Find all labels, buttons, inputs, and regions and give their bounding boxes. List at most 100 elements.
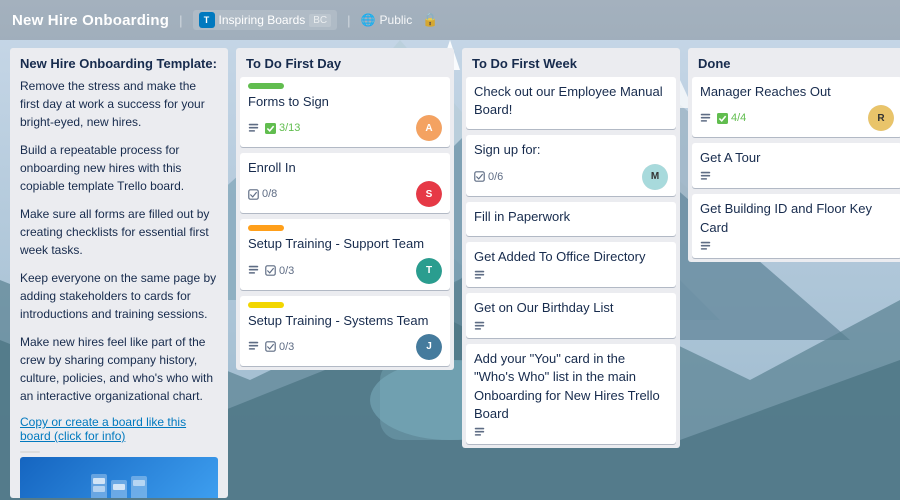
desc-badge-birthday [474,321,485,332]
brand-name: Inspiring Boards [219,13,306,27]
desc-badge-manager [700,113,711,124]
checklist-badge-signup: 0/6 [474,171,503,183]
avatar-circle-systems: J [416,334,442,360]
card-title-tour: Get A Tour [700,149,894,167]
card-employee-manual[interactable]: Check out our Employee Manual Board! [466,77,676,129]
desc-para-5: Make new hires feel like part of the cre… [20,333,218,405]
list-header-desc: New Hire Onboarding Template: [10,48,228,77]
card-setup-support[interactable]: Setup Training - Support Team 0/3 T [240,219,450,289]
card-title-forms: Forms to Sign [248,93,442,111]
desc-content: Remove the stress and make the first day… [10,77,228,498]
trello-icon: T [199,12,215,28]
card-building-id[interactable]: Get Building ID and Floor Key Card [692,194,900,257]
card-forms-to-sign[interactable]: Forms to Sign 3/13 A [240,77,450,147]
copy-board-link[interactable]: Copy or create a board like this board (… [20,415,218,443]
desc-para-4: Keep everyone on the same page by adding… [20,269,218,323]
desc-para-2: Build a repeatable process for onboardin… [20,141,218,195]
card-title-directory: Get Added To Office Directory [474,248,668,266]
card-title-paperwork: Fill in Paperwork [474,208,668,226]
checklist-badge-manager: 4/4 [717,112,746,124]
brand-tag: BC [309,14,331,27]
desc-para-1: Remove the stress and make the first day… [20,77,218,131]
card-avatar-support: T [416,258,442,284]
card-label-orange [248,225,284,231]
list-header-first-week: To Do First Week [462,48,680,77]
card-avatar-manager: R [868,105,894,131]
avatar-circle-signup: M [642,164,668,190]
card-birthday-list[interactable]: Get on Our Birthday List [466,293,676,338]
list-done: Done Manager Reaches Out 4/4 R [688,48,900,262]
nav-separator: | [179,13,182,28]
card-enroll-in[interactable]: Enroll In 0/8 S [240,153,450,213]
desc-para-3: Make sure all forms are filled out by cr… [20,205,218,259]
card-meta-birthday [474,321,668,332]
public-label: Public [380,13,413,27]
card-get-tour[interactable]: Get A Tour [692,143,900,188]
card-meta-directory [474,270,668,281]
list-todo-first-day: To Do First Day Forms to Sign 3/13 A [236,48,454,370]
card-meta-systems: 0/3 J [248,334,442,360]
board-preview-image [20,457,218,498]
card-meta-forms: 3/13 A [248,115,442,141]
card-meta-signup: 0/6 M [474,164,668,190]
visibility-toggle[interactable]: 🌐 Public [361,13,413,27]
card-meta-support: 0/3 T [248,258,442,284]
desc-badge-whos-who [474,427,485,438]
board-title: New Hire Onboarding [12,12,169,29]
card-setup-systems[interactable]: Setup Training - Systems Team 0/3 J [240,296,450,366]
desc-badge-tour [700,171,711,182]
list-description: New Hire Onboarding Template: Remove the… [10,48,228,498]
navbar: New Hire Onboarding | T Inspiring Boards… [0,0,900,40]
card-manager-reaches-out[interactable]: Manager Reaches Out 4/4 R [692,77,900,137]
lock-icon: 🔒 [422,12,438,28]
card-office-directory[interactable]: Get Added To Office Directory [466,242,676,287]
avatar-circle: A [416,115,442,141]
card-avatar-forms: A [416,115,442,141]
card-meta-building [700,241,894,252]
avatar-circle-manager: R [868,105,894,131]
list-todo-first-week: To Do First Week Check out our Employee … [462,48,680,448]
card-avatar-systems: J [416,334,442,360]
list-header-done: Done [688,48,900,77]
board-area: New Hire Onboarding Template: Remove the… [0,40,900,500]
avatar-circle-support: T [416,258,442,284]
card-whos-who[interactable]: Add your "You" card in the "Who's Who" l… [466,344,676,444]
checklist-badge-enroll: 0/8 [248,188,277,200]
card-label-yellow [248,302,284,308]
list-cards-first-day: Forms to Sign 3/13 A Enroll In [236,77,454,370]
card-title-manual: Check out our Employee Manual Board! [474,83,668,119]
brand-link[interactable]: T Inspiring Boards BC [193,10,338,30]
card-title-enroll: Enroll In [248,159,442,177]
card-line [20,451,40,453]
card-title-building: Get Building ID and Floor Key Card [700,200,894,236]
card-title-birthday: Get on Our Birthday List [474,299,668,317]
desc-badge-support [248,265,259,276]
card-title-manager: Manager Reaches Out [700,83,894,101]
globe-icon: 🌐 [361,13,376,27]
card-title-signup: Sign up for: [474,141,668,159]
card-label-green [248,83,284,89]
nav-separator2: | [347,13,350,28]
card-meta-enroll: 0/8 S [248,181,442,207]
checklist-badge-support: 0/3 [265,265,294,277]
card-meta-manager: 4/4 R [700,105,894,131]
card-title-support: Setup Training - Support Team [248,235,442,253]
desc-badge-building [700,241,711,252]
list-cards-first-week: Check out our Employee Manual Board! Sig… [462,77,680,448]
checklist-badge-systems: 0/3 [265,341,294,353]
checklist-badge: 3/13 [265,122,300,134]
desc-badge-systems [248,341,259,352]
card-avatar-signup: M [642,164,668,190]
card-title-systems: Setup Training - Systems Team [248,312,442,330]
card-title-whos-who: Add your "You" card in the "Who's Who" l… [474,350,668,423]
list-cards-done: Manager Reaches Out 4/4 R Get A Tour [688,77,900,262]
card-avatar-enroll: S [416,181,442,207]
card-meta-tour [700,171,894,182]
list-header-first-day: To Do First Day [236,48,454,77]
desc-badge-directory [474,270,485,281]
avatar-circle-enroll: S [416,181,442,207]
card-fill-paperwork[interactable]: Fill in Paperwork [466,202,676,236]
desc-badge [248,123,259,134]
card-sign-up[interactable]: Sign up for: 0/6 M [466,135,676,195]
card-meta-whos-who [474,427,668,438]
